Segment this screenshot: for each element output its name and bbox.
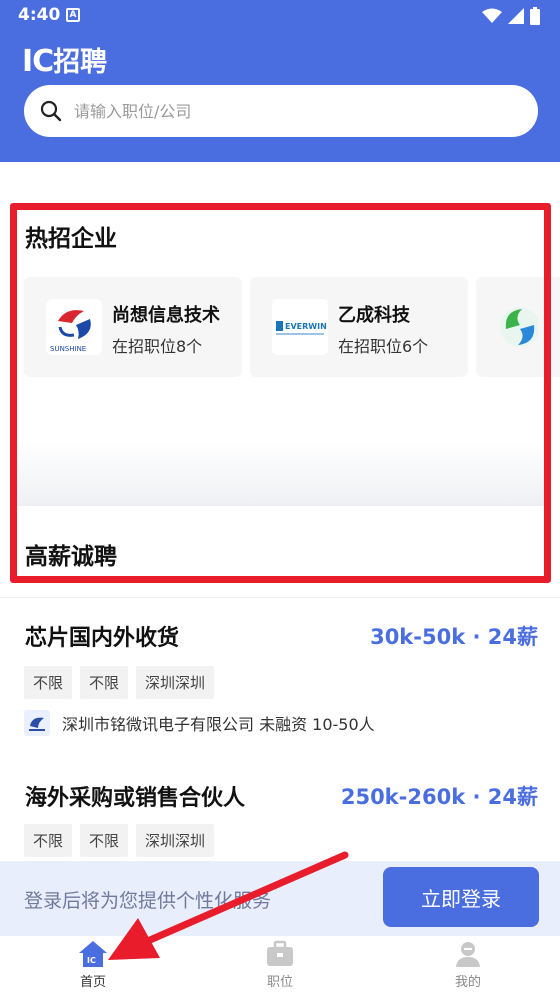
job-company-info: 深圳市铭微讯电子有限公司 未融资 10-50人 bbox=[62, 715, 375, 734]
search-bar[interactable] bbox=[24, 85, 538, 137]
job-tag: 深圳深圳 bbox=[136, 666, 215, 699]
section-divider bbox=[0, 597, 560, 598]
briefcase-icon bbox=[267, 940, 293, 966]
company-card-partial[interactable] bbox=[476, 277, 560, 377]
status-icons bbox=[482, 7, 540, 25]
logo-ic: IC bbox=[22, 44, 54, 79]
svg-text:IC: IC bbox=[87, 956, 96, 965]
wifi-icon bbox=[482, 8, 502, 23]
svg-text:EVERWIN: EVERWIN bbox=[285, 322, 327, 331]
job-salary: 30k-50k · 24薪 bbox=[370, 625, 538, 649]
logo-text: 招聘 bbox=[53, 47, 108, 78]
search-icon bbox=[40, 100, 62, 122]
company-logo-partial bbox=[498, 299, 538, 355]
profile-icon bbox=[456, 942, 480, 967]
notification-a-icon: A bbox=[66, 8, 80, 22]
company-logo-everwin: EVERWIN bbox=[272, 299, 328, 355]
company-job-count: 在招职位8个 bbox=[112, 337, 203, 356]
login-button[interactable]: 立即登录 bbox=[383, 867, 539, 927]
login-prompt-text: 登录后将为您提供个性化服务 bbox=[24, 890, 272, 912]
company-job-count: 在招职位6个 bbox=[338, 337, 429, 356]
app-logo: IC招聘 bbox=[22, 40, 107, 79]
company-card-everwin[interactable]: EVERWIN 乙成科技 在招职位6个 bbox=[250, 277, 468, 377]
bottom-tab-bar: IC 首页 职位 我的 bbox=[0, 936, 560, 993]
section-fade bbox=[17, 440, 544, 506]
tab-jobs[interactable]: 职位 bbox=[225, 936, 335, 993]
company-mini-logo-icon bbox=[24, 710, 50, 736]
job-tag: 深圳深圳 bbox=[136, 824, 215, 857]
high-salary-title: 高薪诚聘 bbox=[25, 544, 117, 570]
signal-icon bbox=[508, 8, 524, 24]
tab-label: 我的 bbox=[454, 975, 481, 990]
tab-profile[interactable]: 我的 bbox=[413, 936, 523, 993]
status-bar: 4:40 A bbox=[0, 0, 560, 32]
job-company-line: 深圳市铭微讯电子有限公司 未融资 10-50人 bbox=[24, 710, 375, 736]
job-tag: 不限 bbox=[24, 824, 73, 857]
job-card[interactable]: 海外采购或销售合伙人 250k-260k · 24薪 不限 不限 深圳深圳 bbox=[0, 760, 560, 860]
search-input[interactable] bbox=[74, 101, 494, 121]
tab-label: 职位 bbox=[266, 975, 293, 990]
job-title: 芯片国内外收货 bbox=[25, 626, 180, 651]
company-card-sunshine[interactable]: SUNSHINE 尚想信息技术 在招职位8个 bbox=[24, 277, 242, 377]
job-title: 海外采购或销售合伙人 bbox=[25, 786, 246, 811]
battery-icon bbox=[530, 7, 540, 25]
company-logo-sunshine: SUNSHINE bbox=[46, 299, 102, 355]
green-blue-logo-icon bbox=[500, 307, 538, 347]
hot-companies-title: 热招企业 bbox=[25, 226, 117, 252]
job-salary: 250k-260k · 24薪 bbox=[340, 785, 538, 809]
job-card[interactable]: 芯片国内外收货 30k-50k · 24薪 不限 不限 深圳深圳 深圳市铭微讯电… bbox=[0, 600, 560, 760]
job-tags: 不限 不限 深圳深圳 bbox=[24, 824, 215, 857]
status-time: 4:40 bbox=[18, 5, 61, 25]
company-name: 乙成科技 bbox=[338, 305, 410, 326]
company-name: 尚想信息技术 bbox=[112, 305, 220, 326]
login-prompt-bar: 登录后将为您提供个性化服务 立即登录 bbox=[0, 861, 560, 936]
app-header: 4:40 A IC招聘 bbox=[0, 0, 560, 162]
tab-home[interactable]: IC 首页 bbox=[38, 936, 148, 993]
job-tag: 不限 bbox=[80, 666, 129, 699]
svg-text:SUNSHINE: SUNSHINE bbox=[50, 345, 86, 353]
everwin-logo-icon: EVERWIN bbox=[276, 321, 327, 335]
job-tag: 不限 bbox=[80, 824, 129, 857]
home-icon: IC bbox=[79, 941, 107, 967]
highlight-annotation-box bbox=[10, 203, 551, 583]
tab-label: 首页 bbox=[79, 975, 106, 990]
sunshine-logo-icon: SUNSHINE bbox=[50, 310, 91, 353]
job-tag: 不限 bbox=[24, 666, 73, 699]
job-tags: 不限 不限 深圳深圳 bbox=[24, 666, 215, 699]
